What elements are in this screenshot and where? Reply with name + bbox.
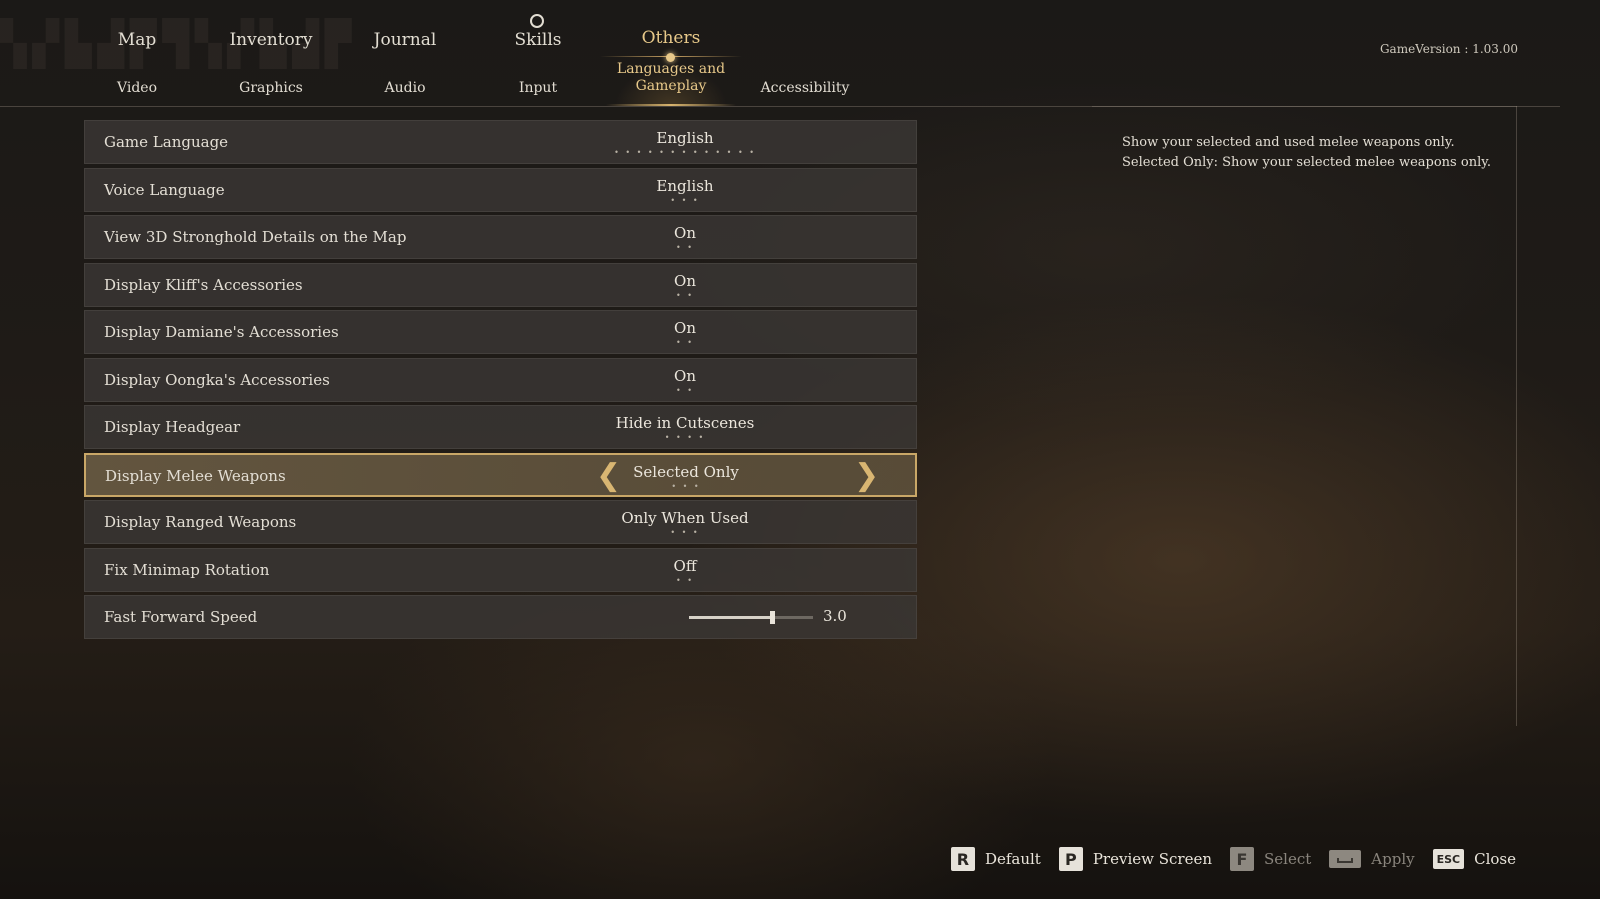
option-page-dots: • • • [671,481,701,491]
skills-notification-icon [530,14,544,28]
description-panel [1092,106,1517,726]
action-label: Close [1474,850,1516,868]
f-key-icon: F [1230,847,1255,871]
option-page-dots: • • [676,243,694,252]
subtab-accessibility[interactable]: Accessibility [740,80,870,96]
setting-row-display-headgear[interactable]: Display Headgear Hide in Cutscenes • • •… [84,405,917,449]
setting-row-view-3d-stronghold[interactable]: View 3D Stronghold Details on the Map On… [84,215,917,259]
spacebar-key-icon [1329,850,1362,868]
option-page-dots: • • [676,338,694,347]
esc-key-icon: ESC [1432,849,1465,869]
setting-row-display-melee-weapons[interactable]: Display Melee Weapons ❮ Selected Only • … [84,452,917,497]
tab-journal[interactable]: Journal [340,30,470,50]
setting-value: Off [673,556,697,575]
subtab-input[interactable]: Input [473,80,603,96]
action-label: Preview Screen [1092,850,1213,868]
setting-row-game-language[interactable]: Game Language English • • • • • • • • • … [84,120,917,164]
setting-row-oongka-accessories[interactable]: Display Oongka's Accessories On • • [84,357,917,402]
slider-fill [689,616,773,619]
setting-label: Voice Language [104,180,225,199]
setting-label: Game Language [104,133,229,151]
setting-row-fast-forward-speed[interactable]: Fast Forward Speed 3.0 [84,595,917,639]
setting-description: Show your selected and used melee weapon… [1122,133,1502,173]
action-label: Default [984,850,1041,868]
setting-label: Display Damiane's Accessories [104,323,339,341]
game-version: GameVersion : 1.03.00 [1379,42,1518,56]
option-page-dots: • • • • • • • • • • • • • [614,148,756,157]
tab-inventory[interactable]: Inventory [206,30,336,50]
r-key-icon: R [950,847,975,871]
setting-row-voice-language[interactable]: Voice Language English • • • [84,167,917,212]
setting-label: Fast Forward Speed [104,608,258,626]
subtab-languages-and-gameplay[interactable]: Languages and Gameplay [606,61,736,95]
action-label: Select [1264,850,1312,868]
setting-row-display-ranged-weapons[interactable]: Display Ranged Weapons Only When Used • … [84,500,917,544]
option-page-dots: • • [676,290,694,300]
subtab-graphics[interactable]: Graphics [206,80,336,96]
setting-value: On [674,271,696,290]
setting-row-damiane-accessories[interactable]: Display Damiane's Accessories On • • [84,310,917,354]
fast-forward-speed-slider[interactable] [689,611,813,624]
option-page-dots: • • [676,575,694,585]
setting-label: View 3D Stronghold Details on the Map [104,228,407,246]
setting-label: Display Headgear [104,418,241,436]
option-page-dots: • • • • [664,433,706,442]
setting-label: Display Ranged Weapons [104,513,297,531]
setting-value: On [674,319,696,337]
setting-row-kliff-accessories[interactable]: Display Kliff's Accessories On • • [84,262,917,307]
p-key-icon: P [1058,847,1083,871]
top-navigation: Map Inventory Journal Skills Others Vide… [0,0,1600,108]
action-label: Apply [1371,850,1415,868]
setting-label: Fix Minimap Rotation [104,560,270,579]
setting-row-fix-minimap-rotation[interactable]: Fix Minimap Rotation Off • • [84,547,917,592]
setting-value: 3.0 [823,607,847,625]
slider-handle[interactable] [770,611,776,624]
setting-value: Hide in Cutscenes [615,414,755,432]
setting-label: Display Oongka's Accessories [104,370,330,389]
setting-label: Display Kliff's Accessories [104,275,303,294]
tab-others[interactable]: Others [606,28,736,48]
option-page-dots: • • • [670,528,700,537]
setting-label: Display Melee Weapons [105,466,286,485]
setting-value: On [674,366,696,385]
setting-value: On [674,224,696,242]
option-page-dots: • • [676,385,694,395]
subtab-audio[interactable]: Audio [340,80,470,96]
setting-value: Selected Only [633,462,739,481]
description-line: Selected Only: Show your selected melee … [1122,155,1491,170]
description-line: Show your selected and used melee weapon… [1122,135,1455,150]
preview-screen-button[interactable]: P Preview Screen [1058,847,1213,871]
subtab-video[interactable]: Video [72,80,202,96]
setting-value: Only When Used [621,509,749,527]
option-page-dots: • • • [670,195,700,205]
setting-value: English [656,176,714,195]
select-button[interactable]: F Select [1230,847,1311,871]
chevron-right-icon[interactable]: ❯ [854,460,879,491]
tab-map[interactable]: Map [72,30,202,50]
settings-list: Game Language English • • • • • • • • • … [84,120,917,643]
tab-skills[interactable]: Skills [473,30,603,50]
action-bar: R Default P Preview Screen F Select Appl… [933,846,1516,872]
default-button[interactable]: R Default [950,847,1041,871]
close-button[interactable]: ESC Close [1432,849,1516,869]
apply-button[interactable]: Apply [1329,850,1415,868]
setting-value: English [656,129,714,147]
